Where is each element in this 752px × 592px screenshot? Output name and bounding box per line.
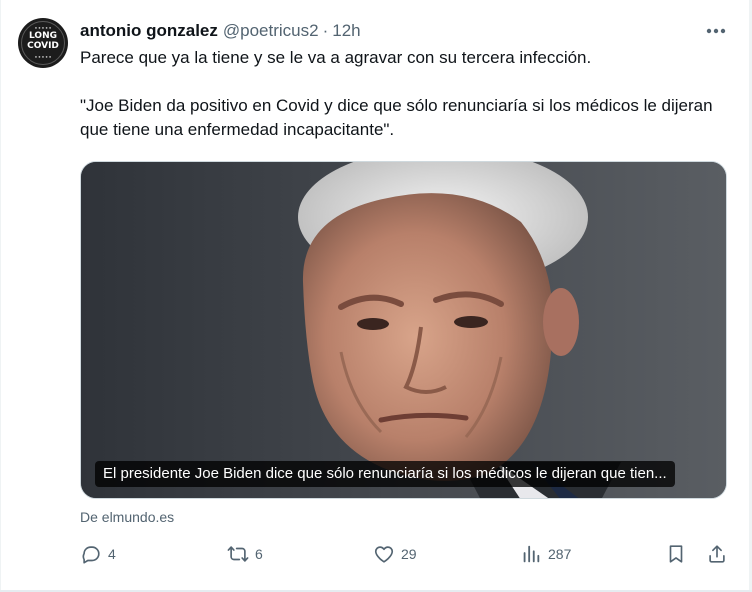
tweet-timestamp[interactable]: 12h: [332, 21, 360, 41]
share-button[interactable]: [706, 540, 728, 568]
like-count: 29: [401, 546, 417, 562]
tweet-text: Parece que ya la tiene y se le va a agra…: [80, 46, 730, 142]
bookmark-icon: [669, 545, 683, 563]
repost-button[interactable]: 6: [227, 540, 263, 568]
card-caption: El presidente Joe Biden dice que sólo re…: [95, 461, 675, 487]
views-bar-chart-icon: [523, 545, 540, 563]
reply-button[interactable]: 4: [80, 540, 116, 568]
views-button[interactable]: 287: [520, 540, 571, 568]
card-photo: [81, 162, 726, 498]
tweet-header: antonio gonzalez @poetricus2 · 12h: [80, 20, 361, 42]
bookmark-button[interactable]: [665, 540, 687, 568]
share-icon: [709, 545, 725, 563]
views-count: 287: [548, 546, 572, 562]
author-name[interactable]: antonio gonzalez: [80, 21, 218, 41]
action-bar: 4 6 29 287: [80, 540, 735, 568]
avatar-decoration-bottom: ● ● ● ● ●: [34, 54, 52, 59]
avatar-decoration-top: ● ● ● ● ●: [34, 25, 52, 30]
header-separator: ·: [322, 21, 329, 40]
repost-icon: [227, 546, 249, 562]
repost-count: 6: [255, 546, 263, 562]
tweet-paragraph: Parece que ya la tiene y se le va a agra…: [80, 48, 592, 67]
tweet-paragraph: "Joe Biden da positivo en Covid y dice q…: [80, 96, 713, 139]
avatar[interactable]: ● ● ● ● ● LONG COVID ● ● ● ● ●: [18, 18, 68, 68]
more-options-icon[interactable]: [703, 22, 729, 40]
heart-icon: [374, 546, 394, 563]
reply-count: 4: [108, 546, 116, 562]
frame-left-border: [0, 0, 1, 592]
avatar-line-1: LONG: [29, 31, 57, 41]
author-handle[interactable]: @poetricus2: [223, 21, 319, 41]
reply-icon: [82, 546, 100, 564]
link-card[interactable]: El presidente Joe Biden dice que sólo re…: [80, 161, 727, 499]
card-source[interactable]: De elmundo.es: [80, 509, 174, 525]
avatar-line-2: COVID: [27, 41, 59, 51]
like-button[interactable]: 29: [373, 540, 417, 568]
